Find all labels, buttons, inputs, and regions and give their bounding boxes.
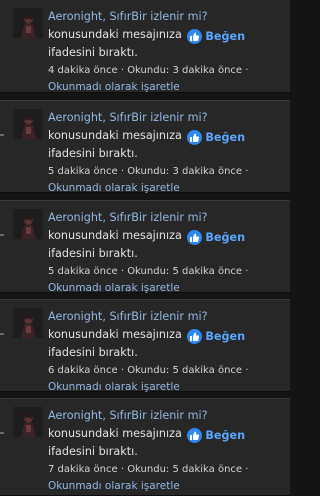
alert-meta: 5 dakika önce · Okundu: 5 dakika önce ·	[48, 263, 286, 280]
thumbs-up-icon	[187, 230, 203, 245]
avatar-image	[13, 109, 43, 139]
avatar-image	[13, 209, 43, 239]
meta-separator: ·	[120, 266, 124, 277]
reaction-badge: Beğen	[187, 428, 245, 443]
alert-content: Aeronight, SıfırBir izlenir mi? konusund…	[48, 8, 286, 96]
thumbs-up-icon	[187, 29, 203, 44]
alert-item: Aeronight, SıfırBir izlenir mi? konusund…	[0, 299, 290, 393]
alert-suffix: ifadesini bıraktı.	[48, 46, 138, 59]
alert-thread-link[interactable]: SıfırBir izlenir mi?	[109, 111, 207, 124]
alert-meta: 6 dakika önce · Okundu: 5 dakika önce ·	[48, 362, 286, 379]
alert-user-link[interactable]: Aeronight	[48, 211, 102, 224]
meta-separator: ·	[120, 365, 124, 376]
avatar[interactable]	[13, 109, 43, 139]
alert-content: Aeronight, SıfırBir izlenir mi? konusund…	[48, 109, 286, 197]
left-edge-tick	[0, 234, 4, 236]
alert-suffix: ifadesini bıraktı.	[48, 346, 138, 359]
alert-content: Aeronight, SıfırBir izlenir mi? konusund…	[48, 308, 286, 396]
reaction-label: Beğen	[205, 231, 246, 244]
alert-read-status: Okundu: 5 dakika önce	[127, 266, 243, 277]
meta-separator: ·	[245, 166, 249, 177]
alert-thread-link[interactable]: SıfırBir izlenir mi?	[109, 310, 207, 323]
mark-unread-link[interactable]: Okunmadı olarak işaretle	[48, 280, 286, 297]
thumbs-up-icon	[187, 428, 203, 443]
thumbs-up-icon	[187, 130, 203, 145]
avatar-image	[13, 407, 43, 437]
mark-unread-link[interactable]: Okunmadı olarak işaretle	[48, 478, 286, 495]
meta-separator: ·	[120, 166, 124, 177]
alert-read-status: Okundu: 5 dakika önce	[127, 365, 243, 376]
meta-separator: ·	[120, 65, 124, 76]
mark-unread-link[interactable]: Okunmadı olarak işaretle	[48, 379, 286, 396]
meta-separator: ·	[120, 464, 124, 475]
reaction-badge: Beğen	[187, 329, 245, 344]
meta-separator: ·	[245, 365, 249, 376]
alert-suffix: ifadesini bıraktı.	[48, 445, 138, 458]
alert-item: Aeronight, SıfırBir izlenir mi? konusund…	[0, 398, 290, 496]
avatar[interactable]	[13, 407, 43, 437]
meta-separator: ·	[245, 464, 249, 475]
avatar[interactable]	[13, 308, 43, 338]
reaction-badge: Beğen	[187, 130, 245, 145]
alert-thread-link[interactable]: SıfırBir izlenir mi?	[109, 409, 207, 422]
reaction-badge: Beğen	[187, 29, 245, 44]
alert-item: Aeronight, SıfırBir izlenir mi? konusund…	[0, 100, 290, 194]
alert-time: 6 dakika önce	[48, 365, 118, 376]
mark-unread-link[interactable]: Okunmadı olarak işaretle	[48, 180, 286, 197]
alert-read-status: Okundu: 3 dakika önce	[127, 166, 243, 177]
alert-user-link[interactable]: Aeronight	[48, 10, 102, 23]
reaction-badge: Beğen	[187, 230, 245, 245]
thumbs-up-icon	[187, 329, 203, 344]
alert-message-text: konusundaki mesajınıza	[48, 129, 182, 142]
alert-item: Aeronight, SıfırBir izlenir mi? konusund…	[0, 0, 290, 93]
reaction-label: Beğen	[205, 30, 246, 43]
avatar[interactable]	[13, 209, 43, 239]
left-edge-tick	[0, 333, 4, 335]
avatar-image	[13, 308, 43, 338]
mark-unread-link[interactable]: Okunmadı olarak işaretle	[48, 79, 286, 96]
reaction-label: Beğen	[205, 429, 246, 442]
alert-thread-link[interactable]: SıfırBir izlenir mi?	[109, 10, 207, 23]
alerts-list: Aeronight, SıfırBir izlenir mi? konusund…	[0, 0, 290, 496]
alert-read-status: Okundu: 5 dakika önce	[127, 464, 243, 475]
avatar[interactable]	[13, 8, 43, 38]
alert-meta: 5 dakika önce · Okundu: 3 dakika önce ·	[48, 163, 286, 180]
alert-time: 7 dakika önce	[48, 464, 118, 475]
alert-suffix: ifadesini bıraktı.	[48, 247, 138, 260]
alert-message-text: konusundaki mesajınıza	[48, 427, 182, 440]
alert-content: Aeronight, SıfırBir izlenir mi? konusund…	[48, 209, 286, 297]
alert-suffix: ifadesini bıraktı.	[48, 147, 138, 160]
alert-user-link[interactable]: Aeronight	[48, 310, 102, 323]
alert-meta: 7 dakika önce · Okundu: 5 dakika önce ·	[48, 461, 286, 478]
meta-separator: ·	[245, 65, 249, 76]
alert-message-text: konusundaki mesajınıza	[48, 229, 182, 242]
alert-thread-link[interactable]: SıfırBir izlenir mi?	[109, 211, 207, 224]
avatar-image	[13, 8, 43, 38]
reaction-label: Beğen	[205, 330, 246, 343]
alert-read-status: Okundu: 3 dakika önce	[127, 65, 243, 76]
alert-message-text: konusundaki mesajınıza	[48, 328, 182, 341]
alert-content: Aeronight, SıfırBir izlenir mi? konusund…	[48, 407, 286, 495]
meta-separator: ·	[245, 266, 249, 277]
left-edge-tick	[0, 432, 4, 434]
alert-message-text: konusundaki mesajınıza	[48, 28, 182, 41]
alert-user-link[interactable]: Aeronight	[48, 409, 102, 422]
alert-time: 5 dakika önce	[48, 266, 118, 277]
alert-user-link[interactable]: Aeronight	[48, 111, 102, 124]
alert-item: Aeronight, SıfırBir izlenir mi? konusund…	[0, 200, 290, 294]
reaction-label: Beğen	[205, 131, 246, 144]
alert-meta: 4 dakika önce · Okundu: 3 dakika önce ·	[48, 62, 286, 79]
left-edge-tick	[0, 134, 4, 136]
alert-time: 4 dakika önce	[48, 65, 118, 76]
alert-time: 5 dakika önce	[48, 166, 118, 177]
